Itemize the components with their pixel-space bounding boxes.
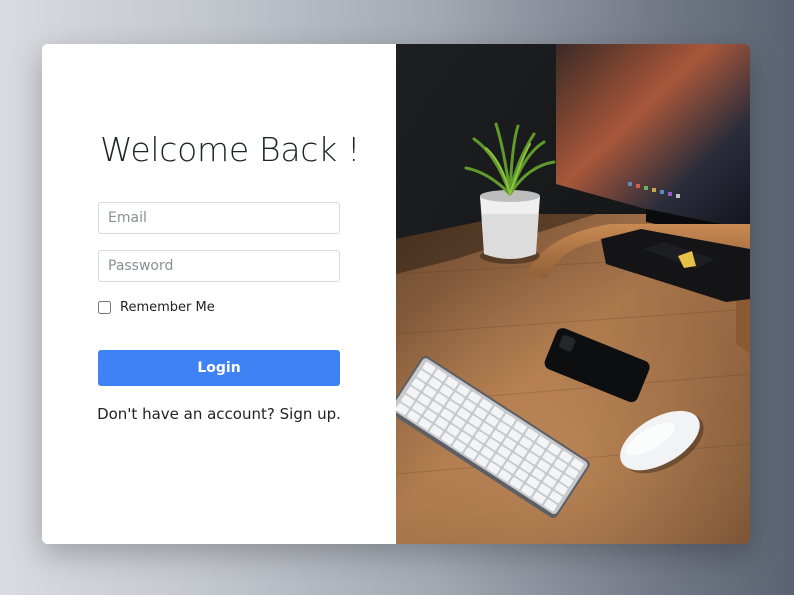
signup-prompt: Don't have an account? Sign up. [42, 405, 396, 423]
page-title: Welcome Back ! [100, 130, 361, 169]
remember-me[interactable]: Remember Me [98, 300, 215, 315]
remember-me-label: Remember Me [120, 300, 215, 315]
remember-me-checkbox[interactable] [98, 301, 111, 314]
login-card: Welcome Back ! Remember Me Login Don't h… [42, 44, 750, 544]
signup-link[interactable]: Sign up. [280, 405, 341, 423]
desk-photo-illustration [396, 44, 750, 544]
email-field[interactable] [98, 202, 340, 234]
signup-prompt-text: Don't have an account? [97, 405, 275, 423]
login-form-panel: Welcome Back ! Remember Me Login Don't h… [42, 44, 396, 544]
hero-image [396, 44, 750, 544]
password-field[interactable] [98, 250, 340, 282]
login-button[interactable]: Login [98, 350, 340, 386]
